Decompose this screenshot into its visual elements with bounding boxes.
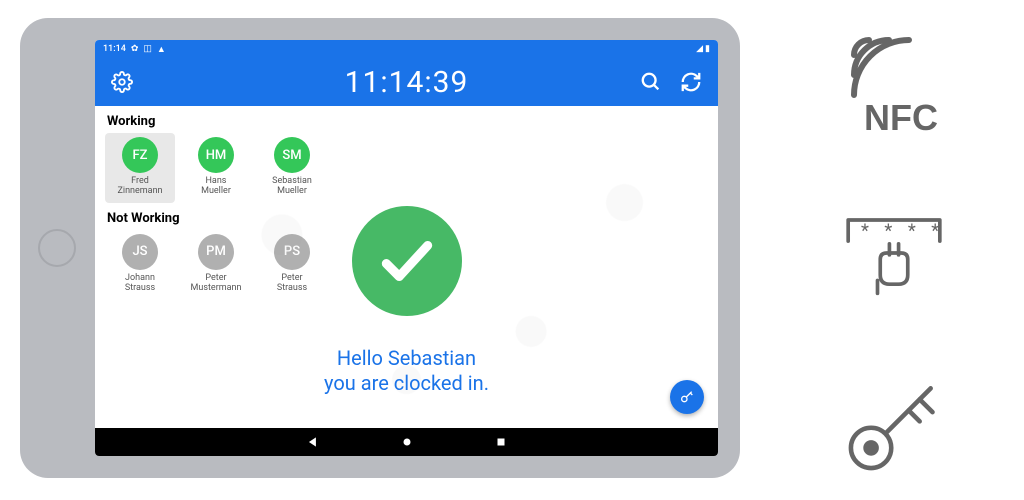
search-button[interactable] — [640, 71, 662, 93]
main-content: Working FZ FredZinnemann HM HansMueller … — [95, 106, 718, 428]
debug-icon: ◫ — [143, 44, 152, 54]
nav-recents-button[interactable] — [494, 435, 508, 449]
pin-entry-icon: * * * * — [839, 209, 949, 301]
android-nav-bar — [95, 428, 718, 456]
side-icons-panel: NFC * * * * — [804, 20, 984, 480]
tablet-home-button[interactable] — [38, 229, 76, 267]
tablet-frame: 11:14 ✿ ◫ ▲ ◢ ▮ 11:14:39 — [20, 18, 740, 478]
nfc-icon: NFC — [834, 20, 954, 140]
app-bar: 11:14:39 — [95, 58, 718, 106]
clock-display: 11:14:39 — [345, 65, 469, 100]
greeting-line2: you are clocked in. — [324, 371, 489, 396]
svg-text:* * * *: * * * * — [861, 221, 945, 242]
signal-icon: ◢ — [696, 44, 703, 54]
settings-small-icon: ✿ — [131, 44, 139, 54]
greeting-line1: Hello Sebastian — [324, 346, 489, 371]
status-left: 11:14 ✿ ◫ ▲ — [103, 44, 166, 55]
device-screen: 11:14 ✿ ◫ ▲ ◢ ▮ 11:14:39 — [95, 40, 718, 456]
battery-icon: ▮ — [705, 44, 710, 54]
svg-text:NFC: NFC — [864, 97, 938, 138]
status-right: ◢ ▮ — [696, 44, 710, 54]
refresh-button[interactable] — [680, 71, 702, 93]
android-icon: ▲ — [157, 44, 166, 55]
settings-button[interactable] — [111, 71, 133, 93]
nav-home-button[interactable] — [400, 435, 414, 449]
greeting-message: Hello Sebastian you are clocked in. — [324, 346, 489, 396]
key-icon — [839, 370, 949, 480]
nav-back-button[interactable] — [306, 435, 320, 449]
status-time: 11:14 — [103, 44, 126, 54]
success-check-icon — [352, 206, 462, 316]
fab-key-button[interactable] — [670, 380, 704, 414]
status-bar: 11:14 ✿ ◫ ▲ ◢ ▮ — [95, 40, 718, 58]
